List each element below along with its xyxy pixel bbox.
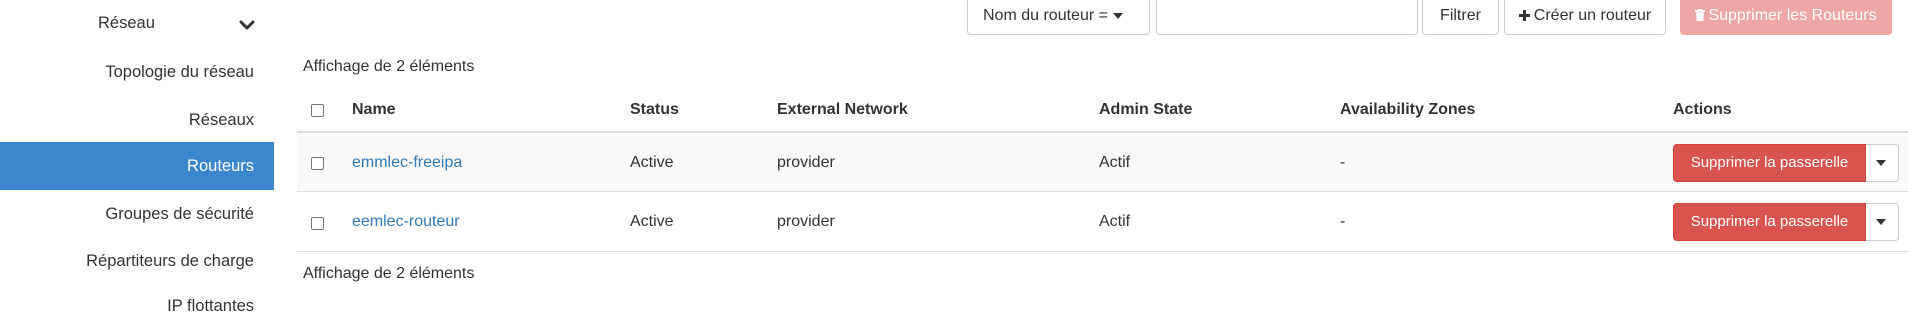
column-header-availability-zones[interactable]: Availability Zones [1340,101,1475,119]
trash-icon [1695,9,1706,21]
router-availability-zones: - [1340,213,1346,230]
router-external-network: provider [777,213,835,230]
router-external-network: provider [777,154,835,171]
column-header-status[interactable]: Status [630,101,679,119]
item-count-top: Affichage de 2 éléments [303,58,475,75]
sidebar-item-networks[interactable]: Réseaux [189,111,254,130]
sidebar-item-floating-ips[interactable]: IP flottantes [167,297,254,316]
filter-field-label: Nom du routeur = [983,7,1108,24]
filter-field-dropdown[interactable]: Nom du routeur = [967,0,1150,35]
sidebar-section-network[interactable]: Réseau [0,0,274,48]
select-all-checkbox[interactable] [311,104,324,117]
plus-icon [1518,10,1530,21]
router-availability-zones: - [1340,154,1346,171]
column-header-name[interactable]: Name [352,101,396,119]
clear-gateway-button[interactable]: Supprimer la passerelle [1673,144,1866,182]
router-status: Active [630,154,674,171]
delete-routers-label: Supprimer les Routeurs [1708,7,1877,24]
filter-input[interactable] [1156,0,1418,35]
sidebar-item-topology[interactable]: Topologie du réseau [105,63,254,82]
sidebar-item-security-groups[interactable]: Groupes de sécurité [105,205,254,224]
create-router-button[interactable]: Créer un routeur [1504,0,1666,35]
item-count-bottom: Affichage de 2 éléments [303,265,475,282]
filter-button[interactable]: Filtrer [1422,0,1499,35]
delete-routers-button[interactable]: Supprimer les Routeurs [1680,0,1892,35]
sidebar-item-load-balancers[interactable]: Répartiteurs de charge [86,252,254,271]
router-status: Active [630,213,674,230]
router-name-link[interactable]: eemlec-routeur [352,213,460,231]
column-header-external-network[interactable]: External Network [777,101,908,119]
row-actions-dropdown[interactable] [1866,144,1899,182]
sidebar-item-routers[interactable]: Routeurs [0,142,274,190]
create-router-label: Créer un routeur [1533,7,1652,24]
caret-down-icon [1112,12,1123,19]
caret-down-icon [1876,219,1886,225]
router-admin-state: Actif [1099,213,1131,230]
row-checkbox[interactable] [311,217,324,230]
row-actions-dropdown[interactable] [1866,203,1899,241]
sidebar-item-label: Routeurs [187,157,254,175]
chevron-down-icon [239,20,255,30]
column-header-admin-state[interactable]: Admin State [1099,101,1192,119]
sidebar-nav: Réseau Topologie du réseau Réseaux Route… [0,0,274,315]
router-name-link[interactable]: emmlec-freeipa [352,154,462,172]
router-admin-state: Actif [1099,154,1131,171]
sidebar-section-label: Réseau [98,14,155,32]
row-checkbox[interactable] [311,157,324,170]
column-header-actions: Actions [1673,101,1732,118]
caret-down-icon [1876,160,1886,166]
clear-gateway-button[interactable]: Supprimer la passerelle [1673,203,1866,241]
